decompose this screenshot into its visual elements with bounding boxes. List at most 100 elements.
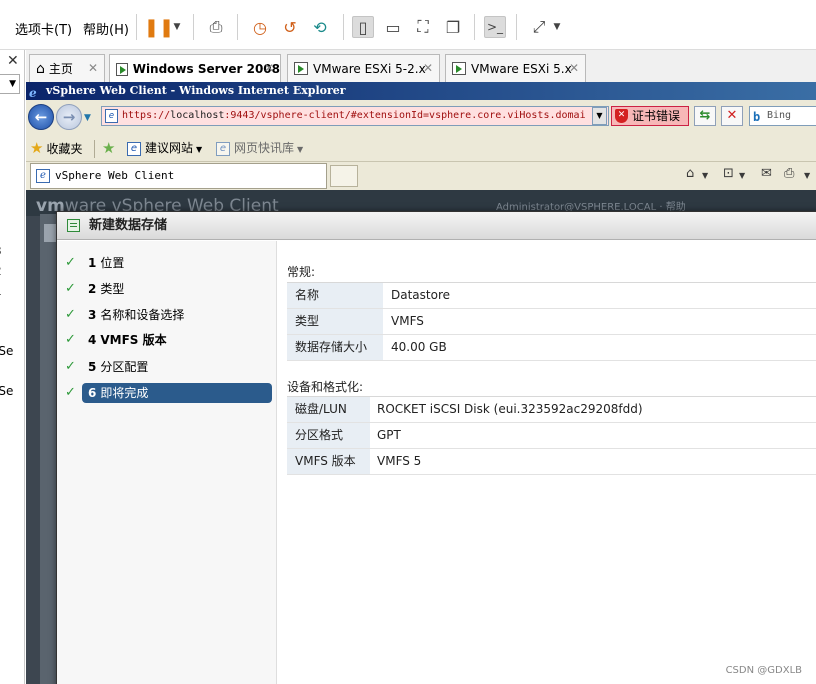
ie-title-bar: e vSphere Web Client - Windows Internet … xyxy=(26,82,816,100)
library-item[interactable]: 1 xyxy=(0,284,8,298)
suggested-sites-link[interactable]: e 建议网站 ▼ xyxy=(127,139,202,156)
check-icon: ✓ xyxy=(65,307,76,322)
certificate-error-button[interactable]: ✕ 证书错误 xyxy=(611,106,689,126)
wizard-step-name-device[interactable]: ✓ 3 名称和设备选择 xyxy=(57,305,277,325)
print-icon[interactable]: ⎙ xyxy=(784,166,794,181)
search-input[interactable]: b Bing xyxy=(749,106,816,126)
pause-icon[interactable]: ❚❚ xyxy=(144,16,174,38)
vsphere-page: vmware vSphere Web Client Administrator@… xyxy=(26,190,816,684)
close-icon[interactable]: ✕ xyxy=(7,53,19,69)
tab-windows-server-2008[interactable]: Windows Server 2008 ✕ xyxy=(109,54,281,83)
refresh-button[interactable]: ⇆ xyxy=(694,106,716,126)
vm-icon xyxy=(294,62,308,75)
tab-label: Windows Server 2008 xyxy=(132,62,280,76)
chevron-down-icon[interactable]: ▼ xyxy=(170,16,184,38)
wizard-step-vmfs-version[interactable]: ✓ 4 VMFS 版本 xyxy=(57,330,277,350)
fullscreen-icon[interactable]: ⛶ xyxy=(412,16,434,38)
send-keys-icon[interactable]: ⎙ xyxy=(205,16,227,38)
snapshot-manager-icon[interactable]: ⟲ xyxy=(309,16,331,38)
chevron-down-icon[interactable]: ▼ xyxy=(84,113,91,123)
rss-icon[interactable]: ⊡ xyxy=(723,166,734,181)
tab-esxi-5[interactable]: VMware ESXi 5.x ✕ xyxy=(445,54,586,82)
step-label: 即将完成 xyxy=(100,386,149,400)
tab-label: VMware ESXi 5-2.x xyxy=(313,61,426,76)
add-favorite-icon[interactable]: ★ xyxy=(102,139,118,157)
close-icon[interactable]: ✕ xyxy=(88,61,98,75)
unity-icon[interactable]: ❐ xyxy=(442,16,464,38)
favorites-button[interactable]: ★ 收藏夹 xyxy=(30,139,82,157)
row-key: 数据存储大小 xyxy=(287,335,383,360)
tab-label: VMware ESXi 5.x xyxy=(471,61,572,76)
library-item[interactable]: r xyxy=(0,364,5,378)
menu-help[interactable]: 帮助(H) xyxy=(83,19,129,38)
row-key: 名称 xyxy=(287,283,383,308)
library-item[interactable]: 2 xyxy=(0,264,8,278)
row-key: 分区格式 xyxy=(287,423,370,448)
row-value: ROCKET iSCSI Disk (eui.323592ac29208fdd) xyxy=(377,402,643,416)
toolbar-divider xyxy=(193,14,194,40)
wizard-icon xyxy=(67,219,80,232)
screenshot-root: 选项卡(T) 帮助(H) ❚❚ ▼ ⎙ ◷ ↺ ⟲ ▯ ▭ ⛶ ❐ >_ ⤢ ▼… xyxy=(0,0,816,684)
row-value: VMFS xyxy=(391,314,424,328)
wizard-step-ready-to-complete[interactable]: ✓ 6 即将完成 xyxy=(57,383,277,403)
forward-button[interactable]: → xyxy=(56,104,82,130)
close-icon[interactable]: ✕ xyxy=(569,61,579,75)
wizard-step-location[interactable]: ✓ 1 位置 xyxy=(57,253,277,273)
close-icon[interactable]: ✕ xyxy=(423,61,433,75)
console-view-icon[interactable]: ▭ xyxy=(382,16,404,38)
device-table: 磁盘/LUN ROCKET iSCSI Disk (eui.323592ac29… xyxy=(287,396,816,475)
menu-tabs[interactable]: 选项卡(T) xyxy=(15,19,72,38)
check-icon: ✓ xyxy=(65,332,76,347)
vm-icon xyxy=(116,62,128,76)
table-row: 分区格式 GPT xyxy=(287,423,816,449)
ie-tab-label: vSphere Web Client xyxy=(55,169,175,182)
mail-icon[interactable]: ✉ xyxy=(761,166,772,181)
table-row: VMFS 版本 VMFS 5 xyxy=(287,449,816,475)
bing-icon: b xyxy=(753,110,761,124)
ie-tab-bar: e vSphere Web Client ⌂ ▼ ⊡ ▼ ✉ ⎙ ▼ xyxy=(26,162,816,190)
new-datastore-dialog: 新建数据存储 ✓ 1 位置 ✓ 2 类型 ✓ 3 名称和设备选择 ✓ 4 VMF… xyxy=(56,211,816,684)
address-dropdown[interactable]: ▼ xyxy=(592,107,607,125)
chevron-down-icon[interactable]: ▼ xyxy=(739,171,745,180)
ie-tab-vsphere[interactable]: e vSphere Web Client xyxy=(30,163,327,189)
library-item[interactable]: 3 xyxy=(0,244,8,258)
snapshot-icon[interactable]: ◷ xyxy=(249,16,271,38)
wizard-step-partition[interactable]: ✓ 5 分区配置 xyxy=(57,357,277,377)
terminal-icon[interactable]: >_ xyxy=(484,16,506,38)
search-placeholder: Bing xyxy=(767,110,792,121)
chevron-down-icon[interactable]: ▼ xyxy=(804,171,810,180)
wizard-step-type[interactable]: ✓ 2 类型 xyxy=(57,279,277,299)
toolbar-divider xyxy=(136,14,137,40)
summary-content: 常规: 名称 Datastore 类型 VMFS 数据存储大小 40.00 GB xyxy=(278,241,816,684)
row-key: 类型 xyxy=(287,309,383,334)
row-value: 40.00 GB xyxy=(391,340,447,354)
chevron-down-icon[interactable]: ▼ xyxy=(702,171,708,180)
revert-snapshot-icon[interactable]: ↺ xyxy=(279,16,301,38)
home-icon[interactable]: ⌂ xyxy=(686,166,694,181)
section-title-general: 常规: xyxy=(287,265,316,279)
tab-home[interactable]: ⌂ 主页 ✕ xyxy=(29,54,105,82)
row-key: VMFS 版本 xyxy=(287,449,370,474)
library-panel: ✕ ▼ 3 2 1 -Se r -Se xyxy=(0,50,25,684)
library-item[interactable]: -Se xyxy=(0,344,19,358)
sidebar-toggle-icon[interactable]: ▯ xyxy=(352,16,374,38)
web-slice-gallery-link[interactable]: e 网页快讯库 ▼ xyxy=(216,139,303,156)
step-label: 类型 xyxy=(100,282,125,296)
close-icon[interactable]: ✕ xyxy=(264,61,274,75)
ie-window-title: vSphere Web Client - Windows Internet Ex… xyxy=(46,84,346,97)
back-button[interactable]: ← xyxy=(28,104,54,130)
toolbar-divider xyxy=(516,14,517,40)
tab-esxi-5-2[interactable]: VMware ESXi 5-2.x ✕ xyxy=(287,54,440,82)
new-tab-button[interactable] xyxy=(330,165,358,187)
stop-button[interactable]: ✕ xyxy=(721,106,743,126)
check-icon: ✓ xyxy=(65,385,76,400)
home-icon: ⌂ xyxy=(36,60,45,77)
tab-label: 主页 xyxy=(48,62,73,76)
wizard-steps: ✓ 1 位置 ✓ 2 类型 ✓ 3 名称和设备选择 ✓ 4 VMFS 版本 ✓ … xyxy=(57,241,277,684)
stretch-icon[interactable]: ⤢ xyxy=(528,16,550,38)
chevron-down-icon[interactable]: ▼ xyxy=(550,16,564,38)
library-dropdown[interactable]: ▼ xyxy=(0,74,20,94)
check-icon: ✓ xyxy=(65,281,76,296)
library-item[interactable]: -Se xyxy=(0,384,19,398)
address-input[interactable]: e https://localhost:9443/vsphere-client/… xyxy=(101,106,609,126)
